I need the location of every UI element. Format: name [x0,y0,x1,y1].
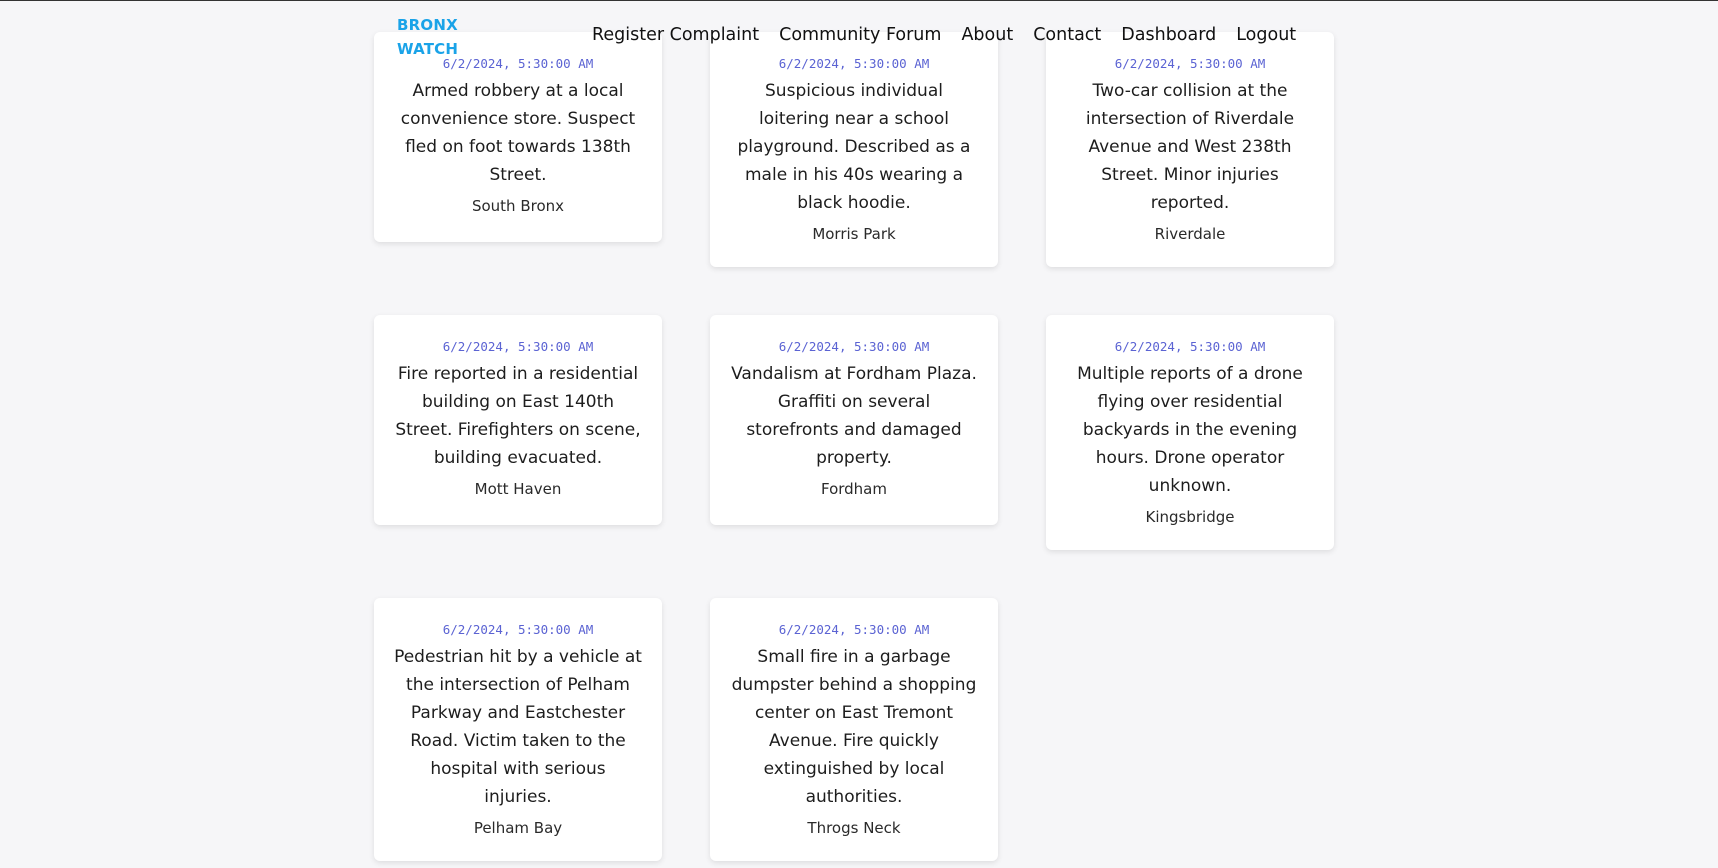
report-location: Morris Park [812,225,896,243]
report-description: Vandalism at Fordham Plaza. Graffiti on … [731,364,977,468]
report-location: South Bronx [471,197,565,215]
report-description: Small fire in a garbage dumpster behind … [731,647,977,807]
report-location: Riverdale [1154,225,1226,243]
report-description: Suspicious individual loitering near a s… [737,81,971,213]
report-card[interactable]: 6/2/2024, 5:30:00 AM Suspicious individu… [710,32,998,267]
report-timestamp: 6/2/2024, 5:30:00 AM [778,56,930,71]
report-location: Throgs Neck [807,819,901,837]
report-timestamp: 6/2/2024, 5:30:00 AM [442,622,594,637]
nav-logout[interactable]: Logout [1236,25,1296,45]
nav-community-forum[interactable]: Community Forum [779,25,941,45]
report-description: Multiple reports of a drone flying over … [1077,364,1303,496]
report-timestamp: 6/2/2024, 5:30:00 AM [778,622,930,637]
report-description: Armed robbery at a local convenience sto… [400,81,636,185]
nav-dashboard[interactable]: Dashboard [1121,25,1216,45]
report-timestamp: 6/2/2024, 5:30:00 AM [1114,56,1266,71]
nav-contact[interactable]: Contact [1033,25,1101,45]
report-timestamp: 6/2/2024, 5:30:00 AM [778,339,930,354]
report-location: Mott Haven [474,480,562,498]
main-nav: Register Complaint Community Forum About… [592,25,1296,45]
nav-register-complaint[interactable]: Register Complaint [592,25,759,45]
brand-line-1: BRONX [397,16,458,34]
top-border [0,0,1718,1]
reports-grid: 6/2/2024, 5:30:00 AM Armed robbery at a … [374,32,1334,861]
report-location: Fordham [820,480,887,498]
report-card[interactable]: 6/2/2024, 5:30:00 AM Fire reported in a … [374,315,662,525]
report-card[interactable]: 6/2/2024, 5:30:00 AM Pedestrian hit by a… [374,598,662,861]
report-card[interactable]: 6/2/2024, 5:30:00 AM Small fire in a gar… [710,598,998,861]
report-card[interactable]: 6/2/2024, 5:30:00 AM Two-car collision a… [1046,32,1334,267]
report-card[interactable]: 6/2/2024, 5:30:00 AM Multiple reports of… [1046,315,1334,550]
report-description: Fire reported in a residential building … [395,364,641,468]
report-description: Two-car collision at the intersection of… [1085,81,1295,213]
report-location: Pelham Bay [473,819,563,837]
report-card[interactable]: 6/2/2024, 5:30:00 AM Armed robbery at a … [374,32,662,242]
report-description: Pedestrian hit by a vehicle at the inter… [394,647,642,807]
report-location: Kingsbridge [1145,508,1235,526]
report-card[interactable]: 6/2/2024, 5:30:00 AM Vandalism at Fordha… [710,315,998,525]
report-timestamp: 6/2/2024, 5:30:00 AM [1114,339,1266,354]
nav-about[interactable]: About [961,25,1013,45]
report-timestamp: 6/2/2024, 5:30:00 AM [442,339,594,354]
brand-line-2: WATCH [397,40,459,58]
brand-logo[interactable]: BRONX WATCH [397,13,467,61]
